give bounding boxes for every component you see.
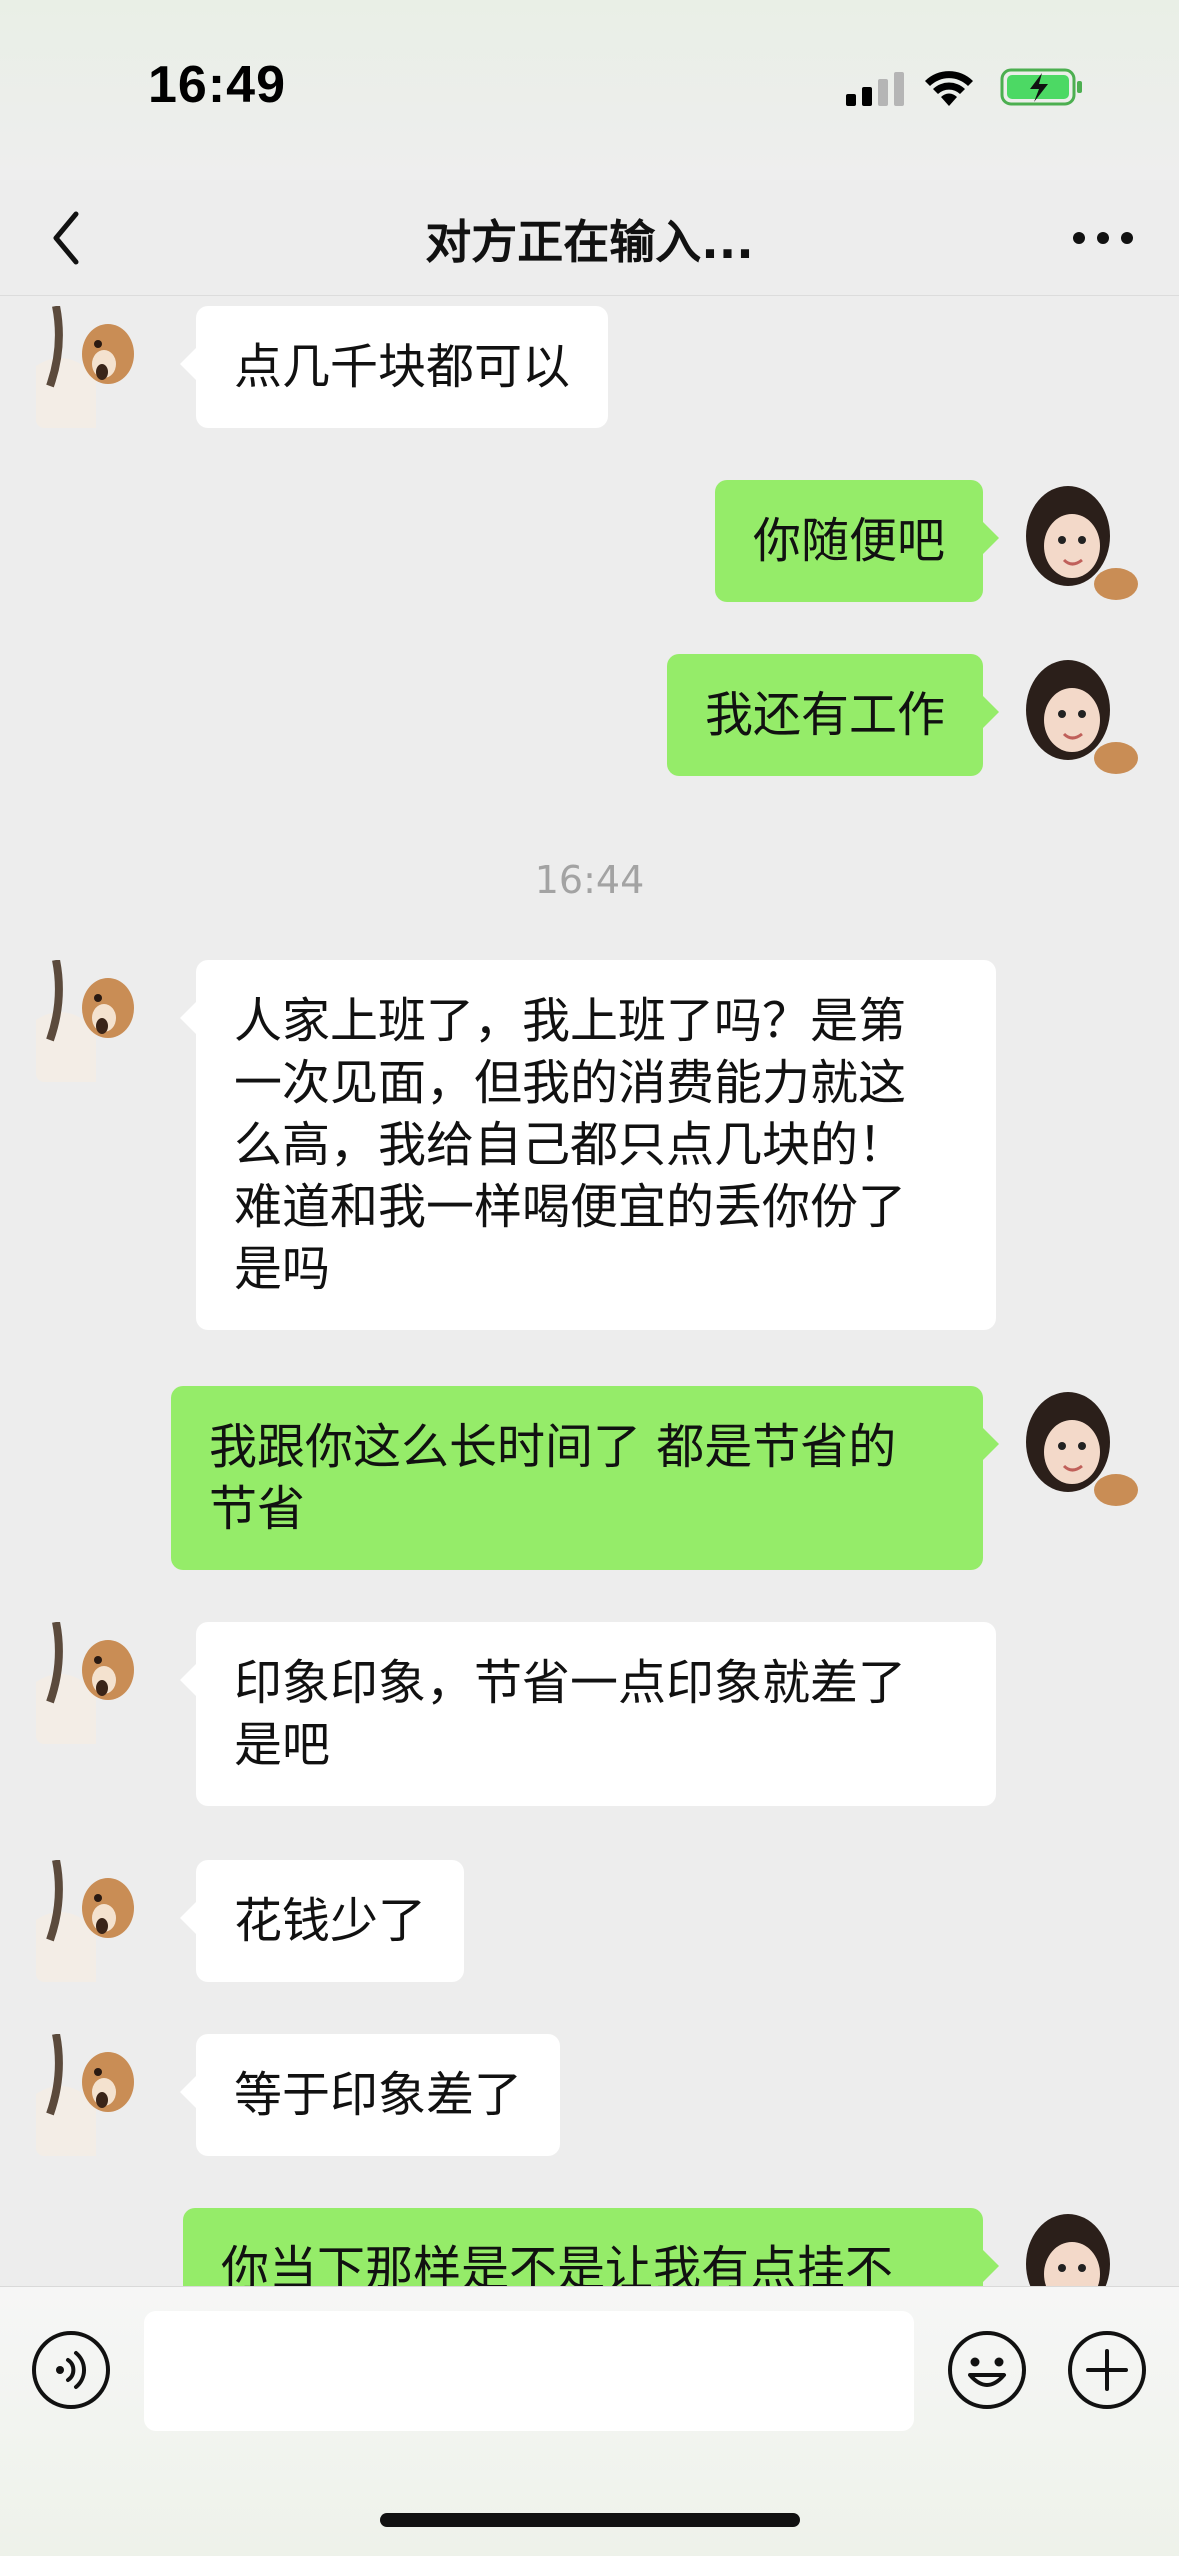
message-line: 难道和我一样喝便宜的丢你份了 — [234, 1179, 907, 1235]
add-attachment-icon[interactable] — [1066, 2329, 1148, 2411]
user-avatar[interactable] — [1020, 480, 1142, 602]
sent-message[interactable]: 我跟你这么长时间了 都是节省的 节省 — [171, 1386, 999, 1570]
received-message[interactable]: 花钱少了 — [179, 1860, 465, 1982]
sent-message[interactable]: 你随便吧 — [714, 480, 1000, 602]
contact-avatar[interactable] — [36, 1860, 158, 1982]
chat-header: 对方正在输入... — [0, 180, 1179, 296]
sent-message[interactable]: 我还有工作 — [666, 654, 1000, 776]
status-time: 16:49 — [148, 56, 286, 114]
message-timestamp: 16:44 — [534, 858, 645, 902]
received-message[interactable]: 人家上班了，我上班了吗？是第 一次见面，但我的消费能力就这 么高，我给自己都只点… — [180, 960, 996, 1330]
message-line: 印象印象，节省一点印象就差了 — [234, 1655, 907, 1711]
message-line: 节省 — [209, 1481, 306, 1537]
contact-avatar[interactable] — [36, 1622, 158, 1744]
received-message[interactable]: 等于印象差了 — [179, 2034, 561, 2156]
message-input-bar — [0, 2286, 1179, 2556]
received-message[interactable]: 印象印象，节省一点印象就差了 是吧 — [180, 1622, 996, 1806]
message-text-input[interactable] — [144, 2311, 914, 2431]
user-avatar[interactable] — [1020, 654, 1142, 776]
contact-avatar[interactable] — [36, 2034, 158, 2156]
message-line: 我跟你这么长时间了 都是节省的 — [209, 1419, 897, 1475]
voice-input-icon[interactable] — [30, 2329, 112, 2411]
message-list[interactable]: 点几千块都可以 你随便吧 我还有工作 16:44 人家上班了，我上班了吗？是第 … — [0, 296, 1179, 2286]
user-avatar[interactable] — [1020, 1386, 1142, 1508]
emoji-icon[interactable] — [946, 2329, 1028, 2411]
wifi-icon — [925, 71, 973, 106]
user-avatar[interactable] — [1020, 2208, 1142, 2286]
message-line: 是吧 — [234, 1717, 331, 1773]
contact-avatar[interactable] — [36, 306, 158, 428]
message-line: 一次见面，但我的消费能力就这 — [234, 1055, 907, 1111]
status-bar: 16:49 — [0, 0, 1179, 180]
cellular-signal-icon — [846, 72, 904, 106]
battery-charging-icon — [1000, 68, 1082, 106]
received-message[interactable]: 点几千块都可以 — [179, 306, 609, 428]
chat-title: 对方正在输入... — [425, 215, 754, 269]
sent-message[interactable]: 你当下那样是不是让我有点挂不 — [183, 2208, 999, 2286]
message-line: 是吗 — [234, 1241, 331, 1297]
more-options-icon[interactable] — [1063, 210, 1143, 266]
message-line: 么高，我给自己都只点几块的！ — [234, 1117, 907, 1173]
message-line: 人家上班了，我上班了吗？是第 — [234, 993, 907, 1049]
contact-avatar[interactable] — [36, 960, 158, 1082]
home-indicator — [380, 2513, 800, 2527]
